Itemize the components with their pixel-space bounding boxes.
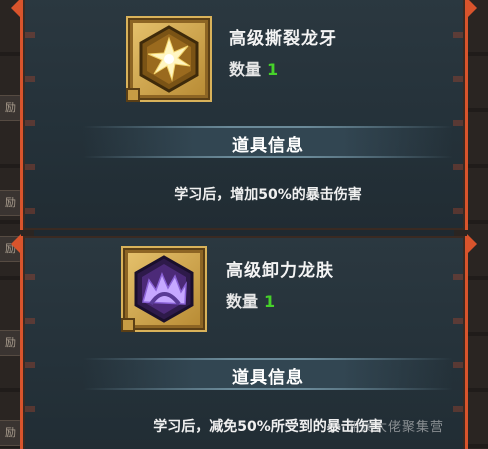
item-name: 高级卸力龙肤 xyxy=(226,261,334,281)
frame-spike xyxy=(467,0,477,18)
section-title: 道具信息 xyxy=(232,368,304,388)
side-tab[interactable]: 励 xyxy=(0,95,22,121)
side-tab[interactable]: 励 xyxy=(0,420,22,446)
frame-spike xyxy=(11,0,21,18)
crown-shield-icon xyxy=(134,255,194,323)
watermark: 佣兵大佬聚集营 xyxy=(345,420,444,435)
frame-fold xyxy=(121,318,135,332)
section-banner: 道具信息 xyxy=(83,126,453,158)
frame-spike xyxy=(11,234,21,254)
frame-fold xyxy=(126,88,140,102)
side-tab[interactable]: 励 xyxy=(0,190,22,216)
quantity-row: 数量 1 xyxy=(226,288,275,312)
section-banner: 道具信息 xyxy=(83,358,453,390)
item-name: 高级撕裂龙牙 xyxy=(229,29,337,49)
side-tab[interactable]: 励 xyxy=(0,330,22,356)
quantity-row: 数量 1 xyxy=(229,56,278,80)
item-description: 学习后，增加50%的暴击伤害 xyxy=(174,187,362,203)
item-icon-frame[interactable] xyxy=(126,18,210,102)
quantity-label: 数量 xyxy=(226,292,259,311)
quantity-value: 1 xyxy=(267,60,279,79)
item-icon-frame[interactable] xyxy=(121,248,205,332)
frame-spike xyxy=(467,234,477,254)
item-card-dragon-fang: 高级撕裂龙牙 数量 1 道具信息 学习后，增加50%的暴击伤害 xyxy=(11,0,477,230)
quantity-value: 1 xyxy=(264,292,276,311)
star-burst-icon xyxy=(139,25,199,93)
quantity-label: 数量 xyxy=(229,60,262,79)
section-title: 道具信息 xyxy=(232,136,304,156)
